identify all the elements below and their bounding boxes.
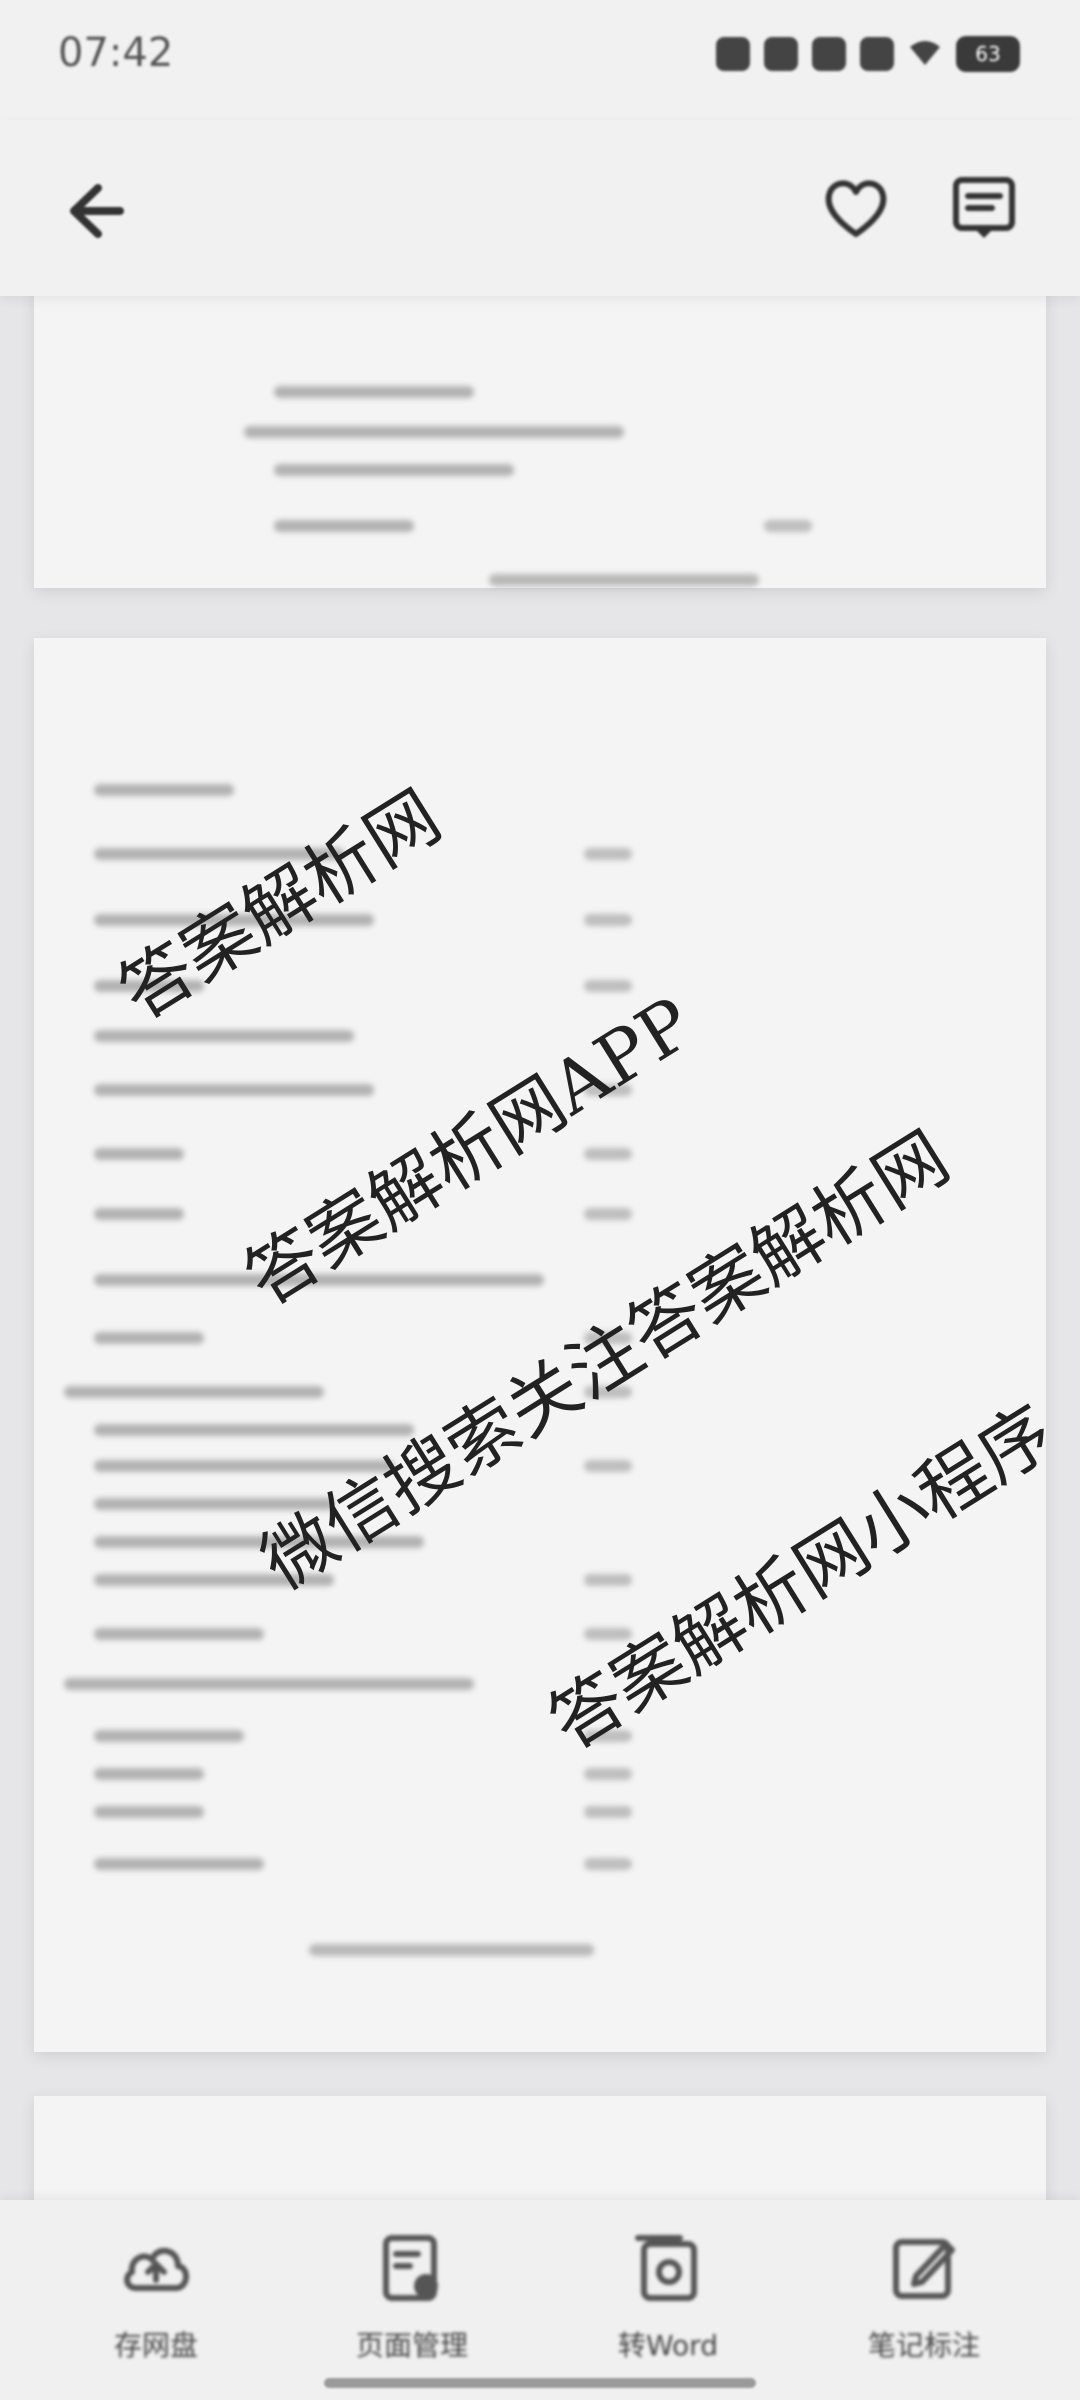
top-toolbar — [0, 120, 1080, 296]
note-annotate-button[interactable]: 笔记标注 — [814, 2230, 1034, 2380]
notification-icon — [716, 37, 750, 71]
wifi-icon — [908, 37, 942, 71]
status-time: 07:42 — [58, 30, 174, 76]
battery-icon: 63 — [956, 36, 1020, 72]
cloud-save-icon — [124, 2248, 189, 2291]
nav-label: 存网盘 — [113, 2329, 198, 2362]
document-viewer[interactable] — [0, 296, 1080, 2200]
note-icon — [953, 177, 1015, 238]
status-bar: 07:42 63 — [0, 0, 1080, 120]
page-content — [34, 296, 1046, 588]
bottom-nav: 存网盘 页面管理 转Word 笔记标注 — [0, 2200, 1080, 2400]
heart-icon — [825, 180, 887, 237]
edit-note-icon — [893, 2239, 955, 2299]
status-icons: 63 — [716, 36, 1020, 72]
convert-word-button[interactable]: 转Word — [558, 2230, 778, 2380]
favorite-button[interactable] — [820, 172, 892, 244]
app-icon — [764, 37, 798, 71]
network-icon — [812, 37, 846, 71]
document-page — [34, 296, 1046, 588]
nav-label: 转Word — [618, 2329, 718, 2362]
note-button[interactable] — [948, 172, 1020, 244]
convert-word-icon — [635, 2235, 697, 2301]
nav-label: 笔记标注 — [867, 2329, 980, 2362]
document-page — [34, 2096, 1046, 2200]
save-to-cloud-button[interactable]: 存网盘 — [46, 2230, 266, 2380]
signal-icon — [860, 37, 894, 71]
back-button[interactable] — [58, 176, 128, 246]
nav-label: 页面管理 — [355, 2329, 468, 2362]
page-manage-button[interactable]: 页面管理 — [302, 2230, 522, 2380]
page-manage-icon — [383, 2235, 438, 2301]
arrow-left-icon — [70, 184, 124, 238]
home-indicator[interactable] — [324, 2378, 756, 2388]
